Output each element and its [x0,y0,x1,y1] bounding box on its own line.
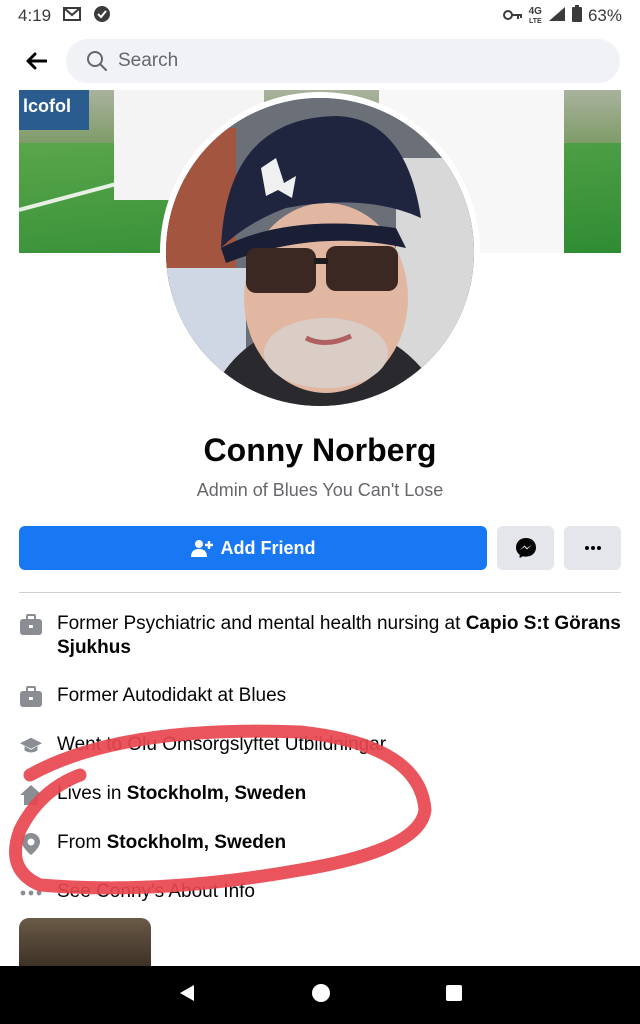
intro-item-work: Former Psychiatric and mental health nur… [19,612,621,660]
system-nav-bar [0,966,640,1024]
divider [19,592,621,593]
intro-item-education: Went to Olu Omsorgslyftet Utbildningar [19,733,621,758]
briefcase-icon [19,685,43,709]
add-friend-label: Add Friend [220,537,316,558]
signal-icon [548,6,566,27]
back-triangle-icon[interactable] [177,983,197,1008]
key-icon [502,6,523,26]
clock: 4:19 [18,6,52,25]
ellipsis-icon [19,881,43,905]
location-pin-icon [19,832,43,856]
battery-percent: 63% [587,6,622,25]
intro-item-lives: Lives in Stockholm, Sweden [19,782,621,807]
profile-actions: Add Friend [19,526,621,570]
add-friend-icon [190,540,213,557]
home-icon [19,783,43,807]
intro-item-work-2: Former Autodidakt at Blues [19,684,621,709]
back-button[interactable] [18,43,54,79]
recents-square-icon[interactable] [445,984,463,1007]
more-options-button[interactable] [564,526,621,570]
graduation-cap-icon [19,734,43,758]
add-friend-button[interactable]: Add Friend [19,526,487,570]
search-bar[interactable] [66,39,620,83]
back-arrow-icon [26,52,47,70]
search-icon [87,51,107,71]
profile-picture[interactable] [160,92,480,412]
network-indicator: 4G LTE [528,5,542,25]
status-bar: 4:19 4G LTE 63% [0,0,640,32]
briefcase-icon [19,613,43,637]
top-bar [0,32,640,90]
photo-thumbnail[interactable] [19,918,151,968]
intro-list: Former Psychiatric and mental health nur… [19,612,621,929]
message-button[interactable] [497,526,554,570]
sync-icon [93,5,111,28]
lives-location-link[interactable]: Stockholm, Sweden [127,783,306,804]
profile-subtitle[interactable]: Admin of Blues You Can't Lose [0,480,640,501]
gmail-icon [63,6,82,26]
from-location-link[interactable]: Stockholm, Sweden [107,832,286,853]
intro-item-from: From Stockholm, Sweden [19,831,621,856]
see-about-info-link[interactable]: See Conny's About Info [19,880,621,905]
profile-name: Conny Norberg [203,432,437,468]
cover-board: lcofol [19,90,89,130]
battery-icon [571,5,582,27]
messenger-icon [515,538,536,558]
more-icon [584,546,601,550]
search-input[interactable] [118,50,518,72]
home-circle-icon[interactable] [311,983,331,1008]
